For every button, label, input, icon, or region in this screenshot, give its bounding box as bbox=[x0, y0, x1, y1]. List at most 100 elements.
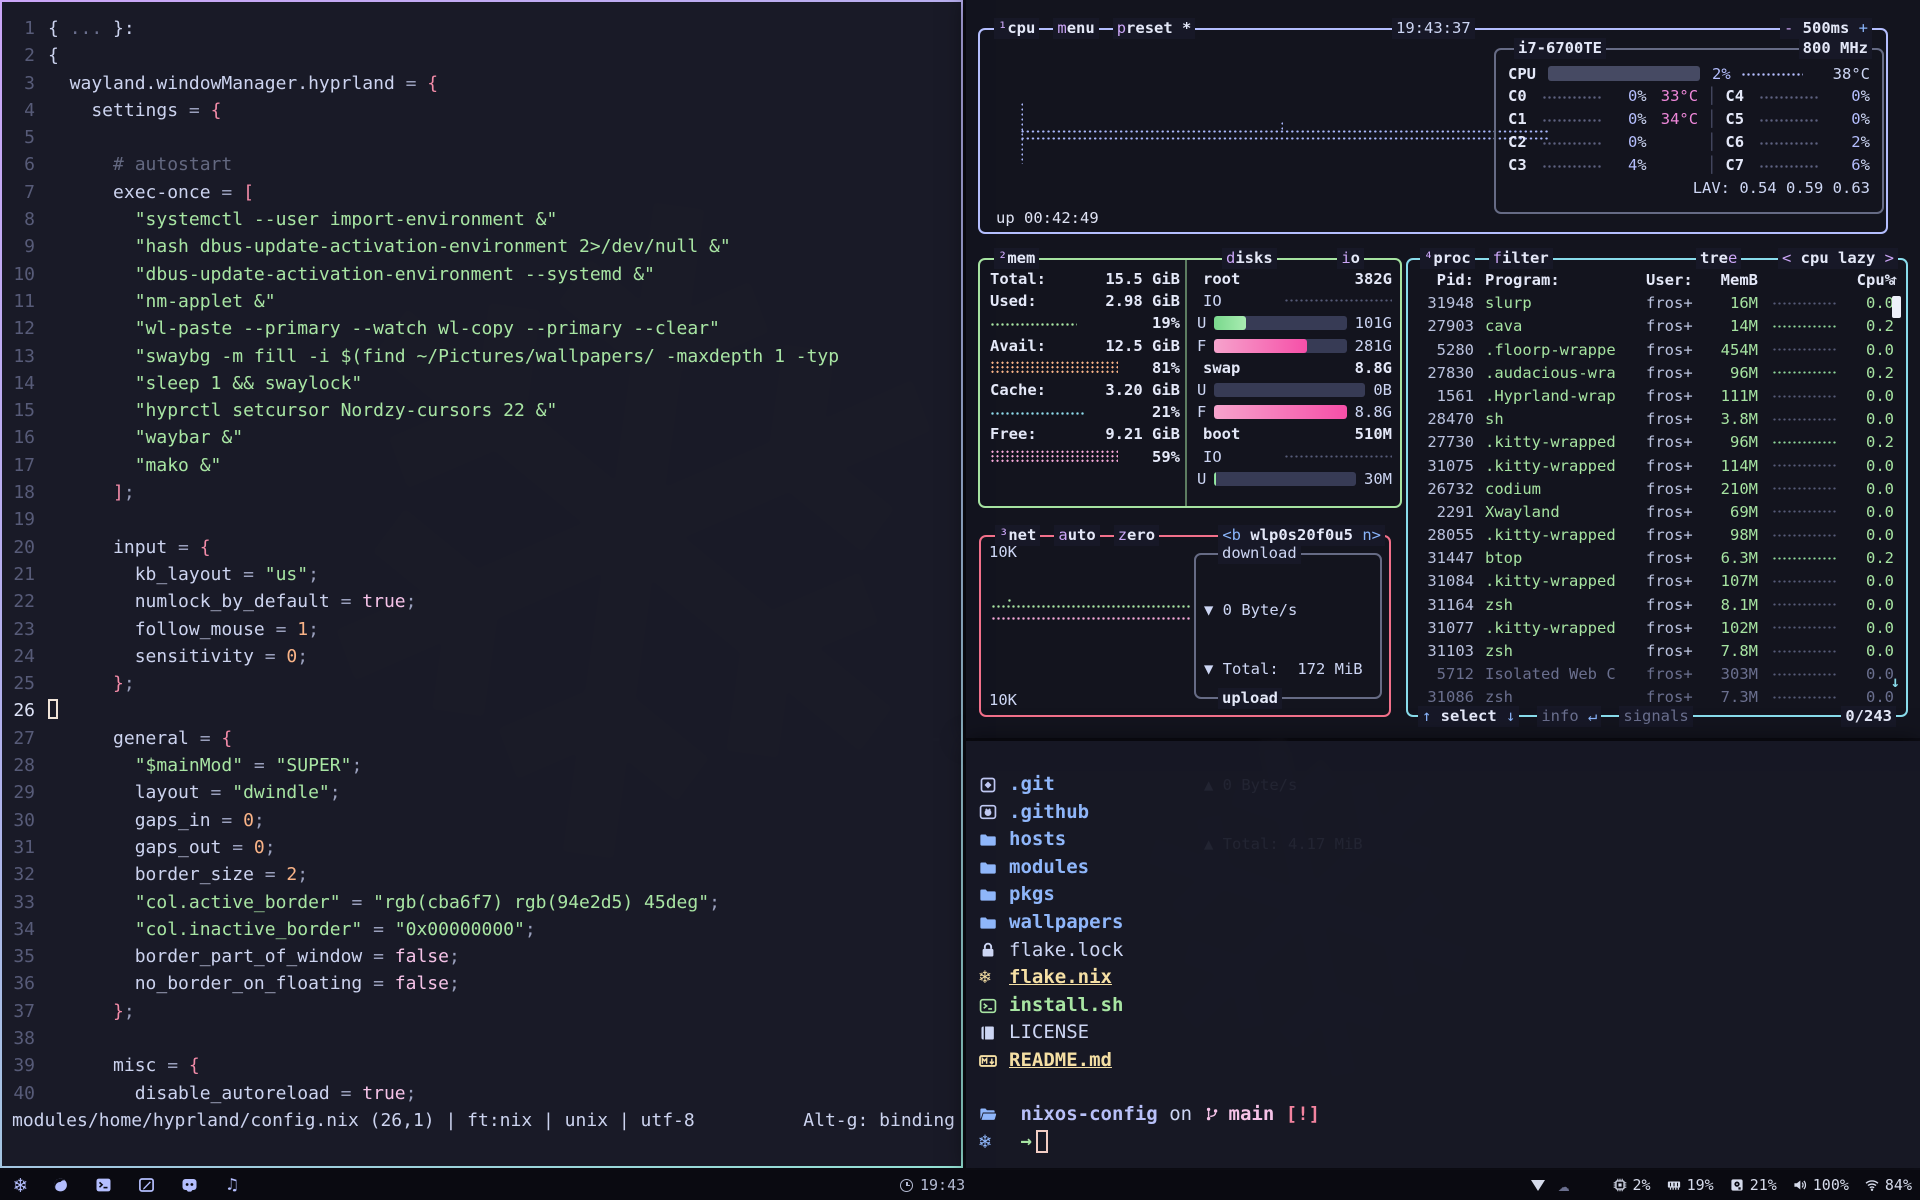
btop-tab[interactable]: menu bbox=[1053, 18, 1098, 39]
editor-line[interactable]: 15 "hyprctl setcursor Nordzy-cursors 22 … bbox=[2, 397, 961, 424]
editor-line[interactable]: 7 exec-once = [ bbox=[2, 179, 961, 206]
editor-line[interactable]: 4 settings = { bbox=[2, 97, 961, 124]
editor-line[interactable]: 10 "dbus-update-activation-environment -… bbox=[2, 261, 961, 288]
editor-line[interactable]: 3 wayland.windowManager.hyprland = { bbox=[2, 70, 961, 97]
proc-col-memb[interactable]: MemB bbox=[1706, 269, 1758, 292]
editor-line[interactable]: 35 border_part_of_window = false; bbox=[2, 943, 961, 970]
process-row[interactable]: 26732codiumfros+210M0.0 bbox=[1412, 478, 1902, 501]
process-row[interactable]: 28055.kitty-wrappedfros+98M0.0 bbox=[1412, 524, 1902, 547]
process-row[interactable]: 31103zshfros+7.8M0.0 bbox=[1412, 640, 1902, 663]
proc-signals-control[interactable]: signals bbox=[1619, 706, 1692, 727]
process-row[interactable]: 31077.kitty-wrappedfros+102M0.0 bbox=[1412, 617, 1902, 640]
btop-disks-tab[interactable]: disks bbox=[1222, 248, 1277, 269]
btop-proc-tabs: ⁴proc filter bbox=[1420, 248, 1553, 269]
editor-line[interactable]: 13 "swaybg -m fill -i $(find ~/Pictures/… bbox=[2, 343, 961, 370]
editor-line[interactable]: 12 "wl-paste --primary --watch wl-copy -… bbox=[2, 315, 961, 342]
proc-scroll-down-icon[interactable]: ↓ bbox=[1891, 673, 1900, 691]
editor-window[interactable]: 1{ ... }:2{3 wayland.windowManager.hyprl… bbox=[0, 0, 963, 1168]
process-row[interactable]: 31447btopfros+6.3M0.2 bbox=[1412, 547, 1902, 570]
editor-line[interactable]: 37 }; bbox=[2, 998, 961, 1025]
editor-line[interactable]: 6 # autostart bbox=[2, 151, 961, 178]
terminal-window[interactable]: .git.githubhostsmodulespkgswallpapersfla… bbox=[966, 741, 1920, 1168]
proc-tree-toggle[interactable]: tree bbox=[1696, 248, 1741, 269]
proc-sort-selector[interactable]: < cpu lazy > bbox=[1778, 248, 1898, 269]
process-list: 31948slurpfros+16M0.027903cavafros+14M0.… bbox=[1412, 292, 1902, 709]
process-row[interactable]: 31075.kitty-wrappedfros+114M0.0 bbox=[1412, 455, 1902, 478]
editor-line[interactable]: 17 "mako &" bbox=[2, 452, 961, 479]
editor-line[interactable]: 31 gaps_out = 0; bbox=[2, 834, 961, 861]
editor-line[interactable]: 24 sensitivity = 0; bbox=[2, 643, 961, 670]
editor-line[interactable]: 33 "col.active_border" = "rgb(cba6f7) rg… bbox=[2, 889, 961, 916]
cpu-total-row: CPU 2% 38°C bbox=[1508, 62, 1870, 85]
editor-line[interactable]: 32 border_size = 2; bbox=[2, 861, 961, 888]
proc-scrollbar-thumb[interactable] bbox=[1892, 296, 1901, 318]
proc-info-control[interactable]: info ↵ bbox=[1537, 706, 1601, 727]
terminal-app-icon[interactable] bbox=[94, 1177, 113, 1194]
editor-line[interactable]: 25 }; bbox=[2, 670, 961, 697]
editor-line[interactable]: 40 disable_autoreload = true; bbox=[2, 1080, 961, 1107]
process-row[interactable]: 5712Isolated Web Cfros+303M0.0 bbox=[1412, 663, 1902, 686]
tray-network-icon[interactable] bbox=[1531, 1180, 1545, 1191]
editor-line[interactable]: 28 "$mainMod" = "SUPER"; bbox=[2, 752, 961, 779]
btop-tab[interactable]: filter bbox=[1489, 248, 1553, 269]
editor-line[interactable]: 39 misc = { bbox=[2, 1052, 961, 1079]
process-row[interactable]: 27903cavafros+14M0.2 bbox=[1412, 315, 1902, 338]
process-row[interactable]: 31084.kitty-wrappedfros+107M0.0 bbox=[1412, 570, 1902, 593]
editor-line[interactable]: 2{ bbox=[2, 42, 961, 69]
btop-io-tab[interactable]: io bbox=[1337, 248, 1364, 269]
editor-line[interactable]: 38 bbox=[2, 1025, 961, 1052]
proc-col-pid[interactable]: Pid: bbox=[1412, 269, 1474, 292]
btop-mem-tab[interactable]: ²mem bbox=[994, 248, 1039, 269]
editor-line[interactable]: 34 "col.inactive_border" = "0x00000000"; bbox=[2, 916, 961, 943]
editor-line[interactable]: 9 "hash dbus-update-activation-environme… bbox=[2, 233, 961, 260]
discord-icon[interactable] bbox=[180, 1177, 199, 1194]
btop-tab[interactable]: auto bbox=[1054, 525, 1099, 546]
editor-line[interactable]: 16 "waybar &" bbox=[2, 424, 961, 451]
proc-col-user[interactable]: User: bbox=[1646, 269, 1706, 292]
file-name: install.sh bbox=[1009, 992, 1123, 1020]
editor-line[interactable]: 20 input = { bbox=[2, 534, 961, 561]
btop-tab[interactable]: preset * bbox=[1113, 18, 1196, 39]
process-row[interactable]: 27730.kitty-wrappedfros+96M0.2 bbox=[1412, 431, 1902, 454]
process-row[interactable]: 5280.floorp-wrappefros+454M0.0 bbox=[1412, 339, 1902, 362]
process-row[interactable]: 31164zshfros+8.1M0.0 bbox=[1412, 594, 1902, 617]
proc-select-control[interactable]: ↑ select ↓ bbox=[1418, 706, 1519, 727]
editor-line[interactable]: 36 no_border_on_floating = false; bbox=[2, 970, 961, 997]
editor-line[interactable]: 8 "systemctl --user import-environment &… bbox=[2, 206, 961, 233]
process-row[interactable]: 27830.audacious-wrafros+96M0.2 bbox=[1412, 362, 1902, 385]
editor-line[interactable]: 27 general = { bbox=[2, 725, 961, 752]
proc-col-cpu[interactable]: Cpu% bbox=[1850, 269, 1894, 292]
editor-code-area[interactable]: 1{ ... }:2{3 wayland.windowManager.hyprl… bbox=[2, 2, 961, 1107]
mem-stat-meter: 81% bbox=[990, 357, 1180, 379]
proc-col-program[interactable]: Program: bbox=[1474, 269, 1646, 292]
editor-line[interactable]: 1{ ... }: bbox=[2, 15, 961, 42]
process-row[interactable]: 2291Xwaylandfros+69M0.0 bbox=[1412, 501, 1902, 524]
editor-line[interactable]: 23 follow_mouse = 1; bbox=[2, 616, 961, 643]
tray-cloud-icon[interactable]: ☁ bbox=[1558, 1176, 1569, 1195]
editor-line[interactable]: 26 bbox=[2, 697, 961, 724]
btop-interval-control[interactable]: - 500ms + bbox=[1780, 18, 1872, 39]
editor-line[interactable]: 19 bbox=[2, 506, 961, 533]
process-row[interactable]: 31948slurpfros+16M0.0 bbox=[1412, 292, 1902, 315]
editor-line[interactable]: 11 "nm-applet &" bbox=[2, 288, 961, 315]
btop-tab[interactable]: zero bbox=[1114, 525, 1159, 546]
btop-tab[interactable]: ⁴proc bbox=[1420, 248, 1475, 269]
editor-line[interactable]: 14 "sleep 1 && swaylock" bbox=[2, 370, 961, 397]
editor-line[interactable]: 22 numlock_by_default = true; bbox=[2, 588, 961, 615]
notes-app-icon[interactable] bbox=[137, 1177, 156, 1194]
editor-line[interactable]: 30 gaps_in = 0; bbox=[2, 807, 961, 834]
disk-usage-bar-row: U0B bbox=[1197, 379, 1392, 401]
btop-window[interactable]: ¹cpumenupreset * 19:43:37 - 500ms + i7-6… bbox=[966, 0, 1920, 738]
prompt-input-line[interactable]: ❄ → bbox=[966, 1128, 1920, 1156]
nix-launcher-icon[interactable]: ❄ bbox=[14, 1175, 27, 1196]
process-row[interactable]: 1561.Hyprland-wrapfros+111M0.0 bbox=[1412, 385, 1902, 408]
editor-line[interactable]: 21 kb_layout = "us"; bbox=[2, 561, 961, 588]
btop-net-box: ³netautozero <b wlp0s20f0u5 n> 10K 10K d… bbox=[979, 535, 1391, 717]
editor-line[interactable]: 29 layout = "dwindle"; bbox=[2, 779, 961, 806]
browser-icon[interactable] bbox=[51, 1177, 70, 1194]
music-app-icon[interactable]: ♫ bbox=[223, 1177, 242, 1194]
editor-line[interactable]: 18 ]; bbox=[2, 479, 961, 506]
process-row[interactable]: 28470shfros+3.8M0.0 bbox=[1412, 408, 1902, 431]
btop-tab[interactable]: ¹cpu bbox=[994, 18, 1039, 39]
editor-line[interactable]: 5 bbox=[2, 124, 961, 151]
